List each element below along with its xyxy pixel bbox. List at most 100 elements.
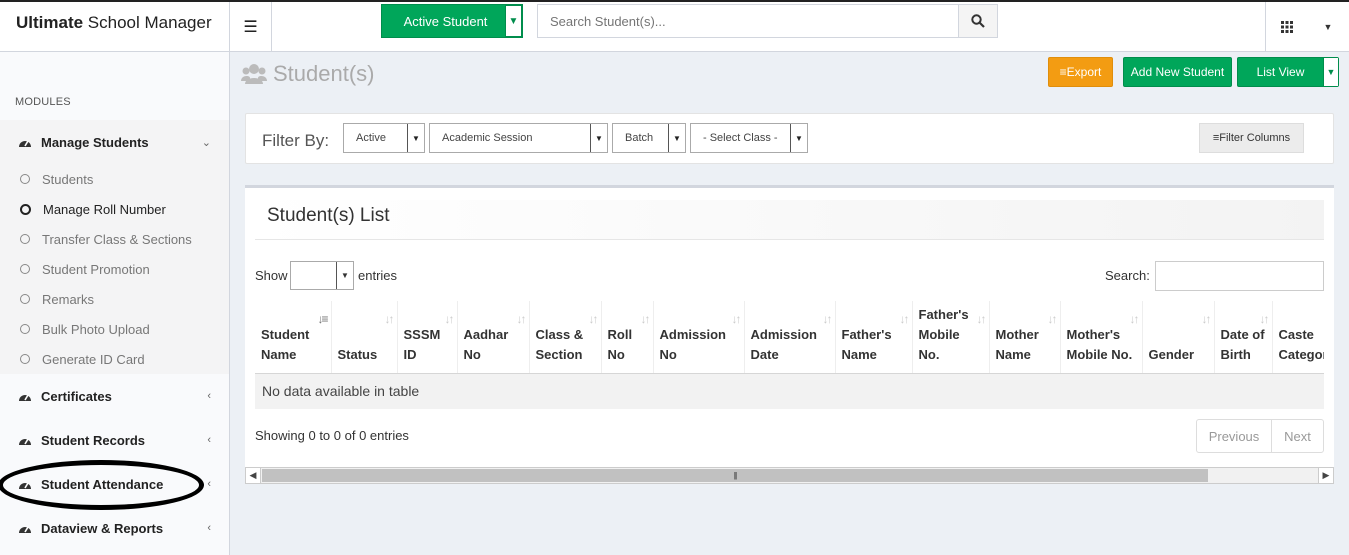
column-label: Admission No: [659, 326, 726, 362]
student-search-input[interactable]: [538, 5, 958, 37]
sidebar-item-student-records[interactable]: Student Records ‹: [0, 418, 229, 462]
scroll-left-icon[interactable]: ◀: [246, 468, 261, 483]
sidebar: MODULES Manage Students ⌄ Students Manag…: [0, 52, 230, 555]
previous-page-button[interactable]: Previous: [1197, 420, 1272, 452]
filter-columns-label: Filter Columns: [1219, 132, 1291, 144]
entries-per-page-select[interactable]: ▼: [290, 261, 354, 290]
column-header-admission-no[interactable]: ↓↑ Admission No: [653, 301, 745, 374]
column-header-student-name[interactable]: ↓≡ Student Name: [255, 301, 332, 374]
scrollbar-thumb[interactable]: |||: [262, 469, 1208, 482]
batch-select[interactable]: Batch ▼: [612, 123, 686, 153]
chevron-down-icon: ▼: [790, 124, 807, 152]
scroll-right-icon[interactable]: ▶: [1318, 468, 1333, 483]
class-select[interactable]: - Select Class - ▼: [690, 123, 808, 153]
sidebar-subitem-manage-roll-number[interactable]: Manage Roll Number: [0, 194, 229, 224]
next-page-button[interactable]: Next: [1272, 420, 1323, 452]
search-icon: [971, 14, 985, 28]
sidebar-subitem-remarks[interactable]: Remarks: [0, 284, 229, 314]
sidebar-subitem-generate-id-card[interactable]: Generate ID Card: [0, 344, 229, 374]
export-button[interactable]: ≡ Export: [1048, 57, 1113, 87]
top-bar: Ultimate School Manager ☰ Active Student…: [0, 0, 1349, 52]
show-label: Show: [255, 268, 288, 283]
add-new-student-button[interactable]: Add New Student: [1123, 57, 1232, 87]
sidebar-item-manage-students[interactable]: Manage Students ⌄: [0, 120, 229, 164]
sidebar-toggle-button[interactable]: ☰: [230, 2, 272, 52]
sidebar-item-student-attendance[interactable]: Student Attendance ‹: [0, 462, 229, 506]
column-header-fathers-mobile[interactable]: ↓↑ Father's Mobile No.: [912, 301, 990, 374]
column-header-gender[interactable]: ↓↑ Gender: [1142, 301, 1215, 374]
brand-logo[interactable]: Ultimate School Manager: [0, 2, 230, 52]
sort-icon: ↓≡: [317, 312, 328, 326]
column-header-date-of-birth[interactable]: ↓↑ Date of Birth: [1214, 301, 1273, 374]
table-search-input[interactable]: [1155, 261, 1324, 291]
page-title: Student(s): [241, 61, 375, 87]
brand-rest: School Manager: [83, 13, 212, 32]
circle-icon: [20, 354, 30, 364]
academic-session-select[interactable]: Academic Session ▼: [429, 123, 608, 153]
list-view-button[interactable]: List View ▼: [1237, 57, 1339, 87]
sidebar-subitem-students[interactable]: Students: [0, 164, 229, 194]
sort-icon: ↓↑: [588, 312, 599, 326]
circle-icon: [20, 294, 30, 304]
column-label: Aadhar No: [463, 326, 509, 362]
active-student-button[interactable]: Active Student ▼: [381, 4, 523, 38]
dashboard-icon: [18, 478, 34, 490]
subitem-label: Generate ID Card: [42, 351, 145, 367]
chevron-down-icon[interactable]: ▼: [1323, 58, 1338, 86]
chevron-down-icon: ▼: [590, 124, 607, 152]
list-title: Student(s) List: [267, 205, 390, 226]
sidebar-subitem-bulk-photo-upload[interactable]: Bulk Photo Upload: [0, 314, 229, 344]
batch-value: Batch: [625, 132, 654, 144]
column-label: Mother's Mobile No.: [1066, 326, 1133, 362]
active-student-label: Active Student: [403, 13, 488, 29]
circle-icon: [20, 174, 30, 184]
chevron-down-icon[interactable]: ▼: [505, 5, 522, 37]
add-new-student-label: Add New Student: [1130, 65, 1225, 79]
modules-heading: MODULES: [15, 96, 71, 108]
column-label: SSSM ID: [403, 326, 441, 362]
column-header-sssm-id[interactable]: ↓↑ SSSM ID: [397, 301, 458, 374]
sidebar-subitem-transfer-class[interactable]: Transfer Class & Sections: [0, 224, 229, 254]
circle-icon: [20, 234, 30, 244]
column-header-mothers-mobile[interactable]: ↓↑ Mother's Mobile No.: [1060, 301, 1143, 374]
column-label: Admission Date: [750, 326, 817, 362]
column-header-fathers-name[interactable]: ↓↑ Father's Name: [835, 301, 913, 374]
user-menu-caret[interactable]: ▼: [1307, 2, 1349, 52]
apps-grid-button[interactable]: [1265, 2, 1307, 52]
sidebar-item-dataview-reports[interactable]: Dataview & Reports ‹: [0, 506, 229, 550]
sidebar-item-label: Dataview & Reports: [41, 520, 164, 536]
sort-icon: ↓↑: [899, 312, 910, 326]
chevron-left-icon: ‹: [207, 434, 211, 446]
column-header-caste-category[interactable]: Caste Category: [1272, 301, 1324, 374]
page-title-text: Student(s): [273, 61, 375, 86]
chevron-left-icon: ‹: [207, 522, 211, 534]
column-header-status[interactable]: ↓↑ Status: [331, 301, 398, 374]
status-select[interactable]: Active ▼: [343, 123, 425, 153]
sidebar-subitem-student-promotion[interactable]: Student Promotion: [0, 254, 229, 284]
manage-students-submenu: Students Manage Roll Number Transfer Cla…: [0, 164, 229, 374]
subitem-label: Students: [42, 171, 94, 187]
sort-icon: ↓↑: [640, 312, 651, 326]
search-button[interactable]: [958, 5, 997, 37]
sort-icon: ↓↑: [976, 312, 987, 326]
column-header-class-section[interactable]: ↓↑ Class & Section: [529, 301, 602, 374]
column-header-aadhar-no[interactable]: ↓↑ Aadhar No: [457, 301, 530, 374]
horizontal-scrollbar[interactable]: ◀ ||| ▶: [245, 467, 1334, 484]
class-value: - Select Class -: [703, 132, 778, 144]
subitem-label: Transfer Class & Sections: [42, 231, 192, 247]
column-label: Mother Name: [995, 326, 1039, 362]
column-header-admission-date[interactable]: ↓↑ Admission Date: [744, 301, 836, 374]
subitem-label: Bulk Photo Upload: [42, 321, 150, 337]
dashboard-icon: [18, 434, 34, 446]
sort-icon: ↓↑: [731, 312, 742, 326]
column-header-roll-no[interactable]: ↓↑ Roll No: [601, 301, 654, 374]
circle-icon: [20, 264, 30, 274]
table-info: Showing 0 to 0 of 0 entries: [255, 428, 409, 443]
column-header-mother-name[interactable]: ↓↑ Mother Name: [989, 301, 1061, 374]
column-label: Status: [337, 346, 378, 362]
entries-label: entries: [358, 268, 398, 283]
filter-columns-button[interactable]: ≡ Filter Columns: [1199, 123, 1304, 153]
empty-table-message: No data available in table: [255, 373, 1324, 409]
filter-panel: Filter By: Active ▼ Academic Session ▼ B…: [245, 113, 1334, 164]
sidebar-item-certificates[interactable]: Certificates ‹: [0, 374, 229, 418]
